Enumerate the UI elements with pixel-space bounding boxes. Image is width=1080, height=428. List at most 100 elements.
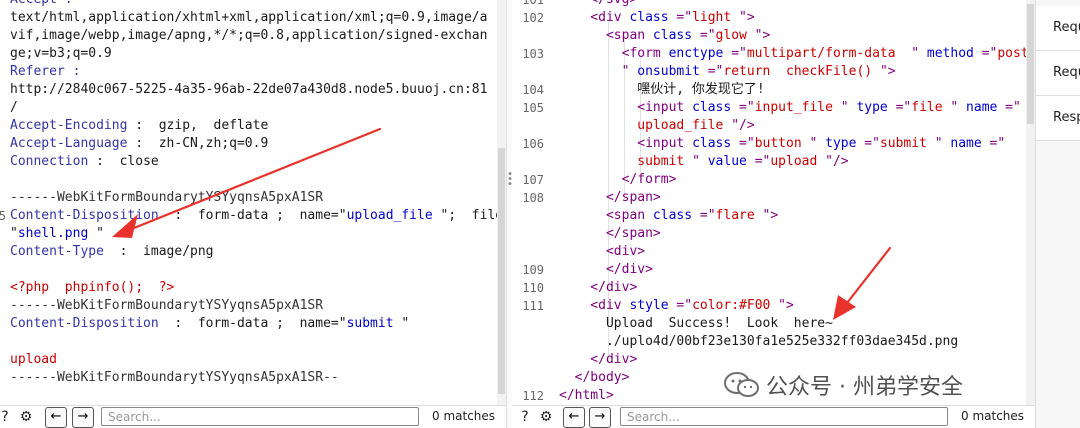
code-line[interactable]: <span class ="flare "> [512,207,1035,225]
code-token: upload_file [346,208,433,223]
code-token: <?php phpinfo(); ?> [10,280,175,295]
code-line[interactable]: submit " value ="upload "/> [512,153,1035,171]
code-token: ------WebKitFormBoundarytYSYyqnsA5pxA1SR [10,298,324,313]
code-line[interactable]: Content-Type : image/png [0,243,506,261]
code-line[interactable]: ------WebKitFormBoundarytYSYyqnsA5pxA1SR… [0,369,506,387]
code-line[interactable]: Accept-Encoding : gzip, deflate [0,117,506,135]
code-token: =" [699,64,724,79]
code-line[interactable] [0,171,506,189]
code-token: "> [731,10,755,25]
code-line[interactable]: 5 Content-Disposition : form-data ; name=… [0,207,506,225]
code-token: =" [997,100,1021,115]
code-line[interactable]: 110 </div> [512,279,1035,297]
code-token: return checkFile() [723,64,880,79]
code-line[interactable]: text/html,application/xhtml+xml,applicat… [0,9,506,27]
code-line[interactable]: <span class ="glow "> [512,27,1035,45]
code-line[interactable]: "shell.png " [0,225,506,243]
sidebar-tab-response-headers[interactable]: Resp [1036,96,1080,141]
code-line[interactable]: upload [0,351,506,369]
gear-icon[interactable]: ⚙ [537,408,555,426]
help-icon[interactable]: ? [516,408,534,426]
code-token: </div> [559,280,638,295]
request-editor-pane[interactable]: Accept : text/html,application/xhtml+xml,… [0,0,506,428]
code-token: "/> [723,118,755,133]
line-number: 105 [522,101,544,115]
code-line[interactable]: http://2840c067-5225-4a35-96ab-22de07a43… [0,81,506,99]
code-line[interactable]: 106 <input class ="button " type ="submi… [512,135,1035,153]
code-line[interactable]: <?php phpinfo(); ?> [0,279,506,297]
code-line[interactable]: ------WebKitFormBoundarytYSYyqnsA5pxA1SR [0,297,506,315]
code-token: flare [715,208,755,223]
code-line[interactable]: </div> [512,351,1035,369]
line-text: <span class ="glow "> [559,27,770,45]
next-match-button[interactable]: → [589,407,611,428]
code-token: <span [559,28,653,43]
code-line[interactable]: Content-Disposition : form-data ; name="… [0,315,506,333]
code-line[interactable]: 111 <div style ="color:#F00 "> [512,297,1035,315]
sidebar-tab-request-headers[interactable]: Requ [1036,51,1080,96]
code-token: class [692,136,732,151]
line-text: </div> [559,279,637,297]
help-icon[interactable]: ? [0,408,14,426]
request-scrollbar-thumb[interactable] [498,148,505,394]
code-token: Referer : [10,64,81,79]
code-line[interactable]: 103 <form enctype ="multipart/form-data … [512,45,1035,63]
code-token: =" [731,100,755,115]
code-line[interactable]: upload_file "/> [512,117,1035,135]
request-scrollbar[interactable] [497,0,506,406]
response-scrollbar[interactable] [1026,0,1035,406]
code-line[interactable]: / [0,99,506,117]
code-line[interactable]: " onsubmit ="return checkFile() "> [512,63,1035,81]
code-token: =" [746,154,771,169]
response-search-input[interactable]: Search... [620,407,948,426]
code-token: "> [746,28,771,43]
line-text: http://2840c067-5225-4a35-96ab-22de07a43… [10,81,487,99]
line-number: 5 [0,209,6,223]
code-line[interactable]: Accept : [0,0,506,9]
code-token: </div> [559,262,653,277]
code-line[interactable]: Upload Success! Look here~ [512,315,1035,333]
response-scrollbar-thumb[interactable] [1027,4,1034,124]
code-token: : gzip, deflate [127,118,269,133]
code-token: </span> [559,226,661,241]
code-token: Accept : [10,0,73,7]
response-editor-pane[interactable]: 101 </svg>102 <div class ="light "> <spa… [512,0,1035,428]
code-line[interactable]: ./uplo4d/00bf23e130fa1e525e332ff03dae345… [512,333,1035,351]
code-line[interactable] [0,333,506,351]
previous-match-button[interactable]: ← [563,407,585,428]
code-token: ./uplo4d/00bf23e130fa1e525e332ff03dae345… [559,334,959,349]
line-text: <div class ="light "> [559,9,755,27]
code-line[interactable]: ------WebKitFormBoundarytYSYyqnsA5pxA1SR [0,189,506,207]
code-line[interactable]: </span> [512,225,1035,243]
gear-icon[interactable]: ⚙ [17,408,35,426]
code-token: =" [973,46,998,61]
code-line[interactable]: 102 <div class ="light "> [512,9,1035,27]
code-token: Connection [10,154,89,169]
code-line[interactable]: 104 嘿伙计, 你发现它了! [512,81,1035,99]
code-line[interactable]: Referer : [0,63,506,81]
code-line[interactable]: 109 </div> [512,261,1035,279]
line-text: Accept : [10,0,73,9]
line-text: </span> [559,225,661,243]
previous-match-button[interactable]: ← [45,407,67,428]
code-line[interactable]: vif,image/webp,image/apng,*/*;q=0.8,appl… [0,27,506,45]
code-line[interactable] [0,261,506,279]
code-line[interactable]: 108 </span> [512,189,1035,207]
code-token: ------WebKitFormBoundarytYSYyqnsA5pxA1SR… [10,370,339,385]
sidebar-tab-request-attributes[interactable]: Requ [1036,6,1080,51]
request-search-input[interactable]: Search... [101,407,419,426]
code-line[interactable]: <div> [512,243,1035,261]
code-line[interactable]: Accept-Language : zh-CN,zh;q=0.9 [0,135,506,153]
line-text: </body> [559,369,630,387]
code-token: <div> [559,244,646,259]
code-line[interactable]: 105 <input class ="input_file " type ="f… [512,99,1035,117]
code-token: 嘿伙计, 你发现它了! [559,82,765,97]
code-token: " [801,136,826,151]
code-line[interactable]: Connection : close [0,153,506,171]
code-line[interactable]: ge;v=b3;q=0.9 [0,45,506,63]
code-line[interactable]: 101 </svg> [512,0,1035,9]
line-text: <div style ="color:#F00 "> [559,297,794,315]
code-line[interactable]: 107 </form> [512,171,1035,189]
next-match-button[interactable]: → [72,407,94,428]
code-token: : image/png [103,244,214,259]
